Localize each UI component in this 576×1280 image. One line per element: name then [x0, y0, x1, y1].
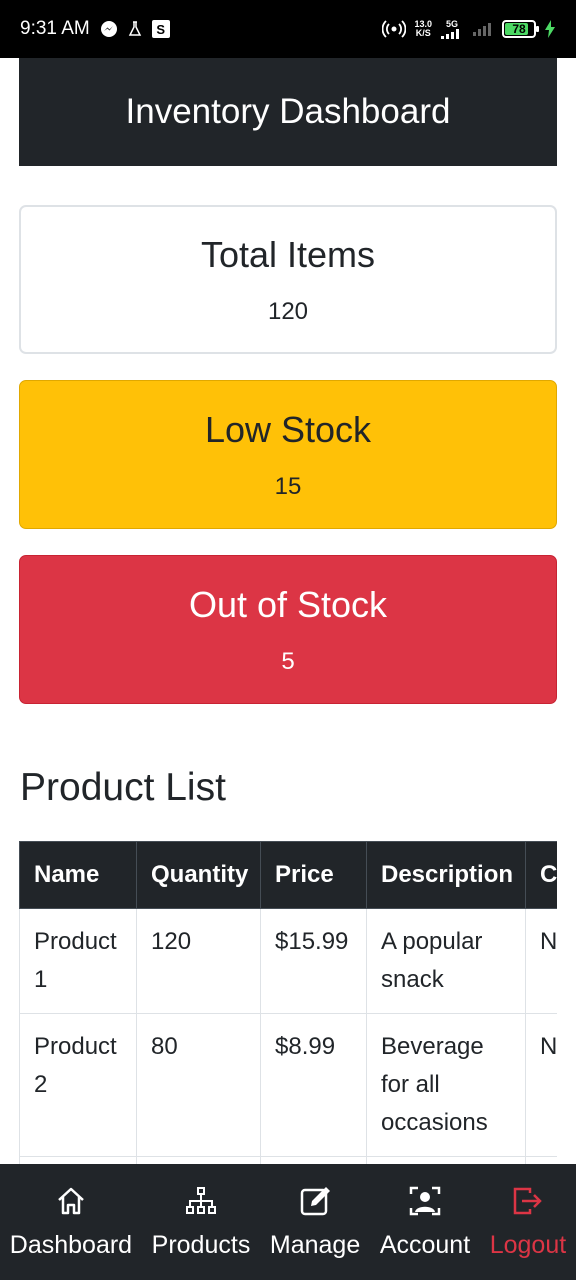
- cell-price: $8.99: [260, 1013, 367, 1157]
- card-value: 120: [267, 297, 309, 325]
- sitemap-icon: [185, 1186, 216, 1214]
- battery-icon: 78: [502, 20, 539, 38]
- cell-description: Beverage for all occasions: [366, 1013, 526, 1157]
- cell-price: $15.99: [260, 908, 367, 1014]
- messenger-icon: [100, 20, 118, 38]
- nav-label: Dashboard: [9, 1230, 133, 1259]
- column-header-name: Name: [19, 841, 137, 909]
- card-title: Out of Stock: [188, 583, 388, 625]
- product-table-container[interactable]: Name Quantity Price Description C Produc…: [19, 841, 557, 1164]
- battery-level: 78: [512, 22, 526, 36]
- column-header-description: Description: [366, 841, 526, 909]
- cell-c: N: [525, 1013, 557, 1157]
- signal-5g-icon: 5G: [440, 18, 464, 39]
- net-speed: 13.0 K/S: [414, 20, 432, 38]
- nav-label: Account: [379, 1230, 471, 1259]
- page-header: Inventory Dashboard: [19, 58, 557, 166]
- product-list-title: Product List: [20, 766, 226, 809]
- nav-label: Logout: [489, 1230, 567, 1259]
- nav-manage[interactable]: Manage: [270, 1185, 360, 1260]
- s-app-icon: S: [151, 20, 170, 38]
- logout-icon: [513, 1187, 542, 1214]
- cell-quantity: 80: [136, 1013, 261, 1157]
- nav-label: Products: [151, 1230, 251, 1259]
- edit-icon: [300, 1186, 331, 1215]
- total-items-card: Total Items 120: [19, 205, 557, 354]
- cell-description: A popular snack: [366, 908, 526, 1014]
- flask-icon: [128, 21, 142, 37]
- status-time: 9:31 AM: [20, 18, 90, 39]
- cell-name: Product 2: [19, 1013, 137, 1157]
- signal-icon: [472, 22, 494, 36]
- account-icon: [409, 1186, 441, 1215]
- out-of-stock-card: Out of Stock 5: [19, 555, 557, 704]
- card-title: Total Items: [200, 233, 376, 275]
- card-title: Low Stock: [204, 408, 372, 450]
- status-bar: 9:31 AM S 13.0 K/S 5G 78: [0, 0, 576, 58]
- low-stock-card: Low Stock 15: [19, 380, 557, 529]
- cell-c: N: [525, 908, 557, 1014]
- column-header-quantity: Quantity: [136, 841, 261, 909]
- column-header-price: Price: [260, 841, 367, 909]
- card-value: 5: [281, 647, 295, 675]
- column-header-c: C: [525, 841, 557, 909]
- table-row: Product 2 80 $8.99 Beverage for all occa…: [19, 1013, 557, 1157]
- hotspot-icon: [382, 20, 407, 38]
- bottom-nav: Dashboard Products Manage Account Logout: [0, 1164, 576, 1280]
- nav-logout[interactable]: Logout: [490, 1185, 566, 1260]
- nav-products[interactable]: Products: [151, 1185, 251, 1260]
- net-speed-unit: K/S: [415, 28, 431, 38]
- product-table: Name Quantity Price Description C Produc…: [19, 841, 557, 1164]
- table-row: Product 1 120 $15.99 A popular snack N: [19, 908, 557, 1014]
- table-header-row: Name Quantity Price Description C: [19, 841, 557, 909]
- nav-label: Manage: [269, 1230, 361, 1259]
- table-row: [19, 1156, 557, 1164]
- network-type: 5G: [445, 18, 458, 29]
- home-icon: [58, 1187, 84, 1214]
- page-title: Inventory Dashboard: [125, 92, 451, 131]
- nav-account[interactable]: Account: [380, 1185, 470, 1260]
- charging-icon: [544, 20, 556, 38]
- cell-quantity: 120: [136, 908, 261, 1014]
- cell-name: Product 1: [19, 908, 137, 1014]
- card-value: 15: [274, 472, 302, 500]
- nav-dashboard[interactable]: Dashboard: [10, 1185, 132, 1260]
